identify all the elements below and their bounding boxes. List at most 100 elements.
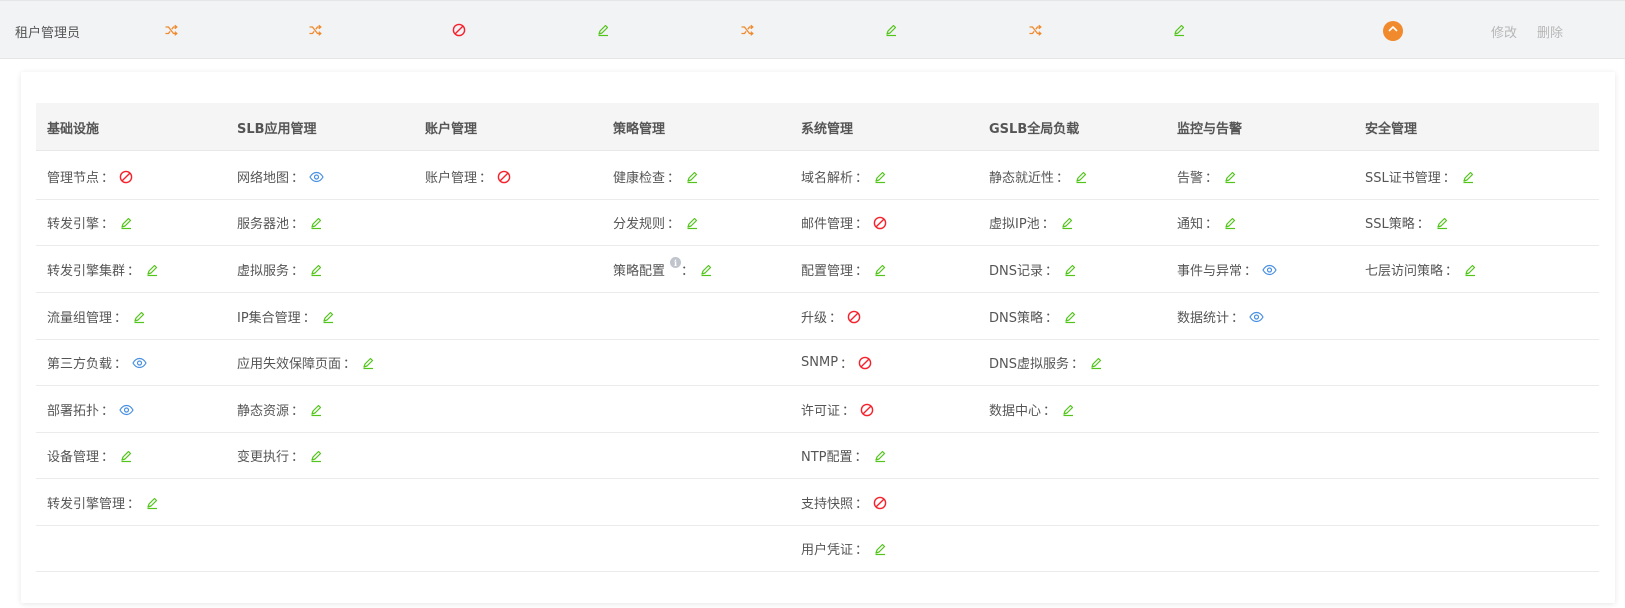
permission-cell: 服务器池： — [237, 213, 324, 232]
permission-cell: 第三方负载： — [47, 353, 147, 372]
permission-label: 转发引擎管理 — [47, 497, 126, 512]
permission-cell: 通知： — [1177, 213, 1238, 232]
forbidden-icon[interactable] — [857, 355, 873, 371]
permission-label: 设备管理 — [47, 450, 100, 465]
view-icon[interactable] — [131, 355, 147, 371]
forbidden-icon[interactable] — [859, 402, 875, 418]
edit-icon[interactable] — [360, 355, 376, 371]
label-separator: ： — [101, 450, 115, 465]
edit-icon[interactable] — [698, 262, 714, 278]
forbidden-icon[interactable] — [872, 215, 888, 231]
edit-icon[interactable] — [320, 309, 336, 325]
permission-cell: DNS策略： — [989, 307, 1078, 326]
edit-icon[interactable] — [1062, 309, 1078, 325]
edit-icon[interactable] — [883, 22, 899, 38]
label-separator: ： — [829, 311, 843, 326]
role-row: 租户管理员 修改 删除 — [0, 0, 1625, 59]
edit-icon[interactable] — [684, 169, 700, 185]
edit-icon[interactable] — [1222, 215, 1238, 231]
permission-label: DNS记录 — [989, 264, 1043, 279]
edit-icon[interactable] — [1222, 169, 1238, 185]
edit-icon[interactable] — [684, 215, 700, 231]
view-icon[interactable] — [118, 402, 134, 418]
column-header: 安全管理 — [1365, 122, 1418, 137]
view-icon[interactable] — [308, 169, 324, 185]
permission-cell: 转发引擎： — [47, 213, 134, 232]
permission-label: 域名解析 — [801, 171, 854, 186]
permission-label: 邮件管理 — [801, 217, 854, 232]
permission-cell: 用户凭证： — [801, 539, 888, 558]
edit-icon[interactable] — [308, 262, 324, 278]
permission-label: 虚拟服务 — [237, 264, 290, 279]
permission-label: 许可证 — [801, 404, 841, 419]
label-separator: ： — [681, 264, 695, 279]
edit-icon[interactable] — [118, 448, 134, 464]
collapse-button[interactable] — [1383, 21, 1403, 41]
edit-icon[interactable] — [144, 495, 160, 511]
label-separator: ： — [855, 497, 869, 512]
info-icon[interactable]: i — [670, 257, 682, 268]
edit-icon[interactable] — [144, 262, 160, 278]
edit-icon[interactable] — [1171, 22, 1187, 38]
delete-role-button[interactable]: 删除 — [1537, 22, 1563, 41]
permission-cell: 静态资源： — [237, 400, 324, 419]
shuffle-icon[interactable] — [307, 22, 323, 38]
permission-cell: 变更执行： — [237, 446, 324, 465]
shuffle-icon[interactable] — [1027, 22, 1043, 38]
edit-icon[interactable] — [118, 215, 134, 231]
label-separator: ： — [855, 543, 869, 558]
permission-label: 数据中心 — [989, 404, 1042, 419]
edit-icon[interactable] — [1462, 262, 1478, 278]
permission-label: 网络地图 — [237, 171, 290, 186]
edit-icon[interactable] — [1073, 169, 1089, 185]
permission-label: 虚拟IP池 — [989, 217, 1040, 232]
permission-cell: 健康检查： — [613, 167, 700, 186]
edit-icon[interactable] — [1088, 355, 1104, 371]
forbidden-icon[interactable] — [118, 169, 134, 185]
label-separator: ： — [101, 171, 115, 186]
view-icon[interactable] — [1248, 309, 1264, 325]
edit-role-button[interactable]: 修改 — [1491, 22, 1517, 41]
forbidden-icon[interactable] — [451, 22, 467, 38]
edit-icon[interactable] — [595, 22, 611, 38]
permission-cell: IP集合管理： — [237, 307, 336, 326]
permission-label: 第三方负载 — [47, 357, 113, 372]
permission-cell: 事件与异常： — [1177, 260, 1277, 279]
edit-icon[interactable] — [308, 448, 324, 464]
label-separator: ： — [1056, 171, 1070, 186]
permission-label: 策略配置 — [613, 264, 666, 279]
edit-icon[interactable] — [308, 215, 324, 231]
edit-icon[interactable] — [1062, 262, 1078, 278]
label-separator: ： — [1045, 311, 1059, 326]
forbidden-icon[interactable] — [872, 495, 888, 511]
label-separator: ： — [1041, 217, 1055, 232]
edit-icon[interactable] — [1460, 169, 1476, 185]
shuffle-icon[interactable] — [739, 22, 755, 38]
label-separator: ： — [842, 404, 856, 419]
shuffle-icon[interactable] — [163, 22, 179, 38]
edit-icon[interactable] — [1434, 215, 1450, 231]
view-icon[interactable] — [1261, 262, 1277, 278]
edit-icon[interactable] — [872, 541, 888, 557]
edit-icon[interactable] — [872, 169, 888, 185]
label-separator: ： — [855, 217, 869, 232]
edit-icon[interactable] — [872, 448, 888, 464]
permission-cell: 分发规则： — [613, 213, 700, 232]
permission-label: 静态资源 — [237, 404, 290, 419]
label-separator: ： — [1205, 217, 1219, 232]
edit-icon[interactable] — [308, 402, 324, 418]
permission-cell: SNMP： — [801, 353, 873, 372]
permission-label: 静态就近性 — [989, 171, 1055, 186]
column-header: 基础设施 — [47, 122, 100, 137]
edit-icon[interactable] — [872, 262, 888, 278]
permission-cell: 域名解析： — [801, 167, 888, 186]
forbidden-icon[interactable] — [496, 169, 512, 185]
chevron-up-icon — [1387, 23, 1399, 39]
forbidden-icon[interactable] — [846, 309, 862, 325]
edit-icon[interactable] — [1060, 402, 1076, 418]
edit-icon[interactable] — [131, 309, 147, 325]
permission-cell: SSL证书管理： — [1365, 167, 1476, 186]
permission-label: SSL策略 — [1365, 217, 1415, 232]
edit-icon[interactable] — [1059, 215, 1075, 231]
permission-cell: 网络地图： — [237, 167, 324, 186]
